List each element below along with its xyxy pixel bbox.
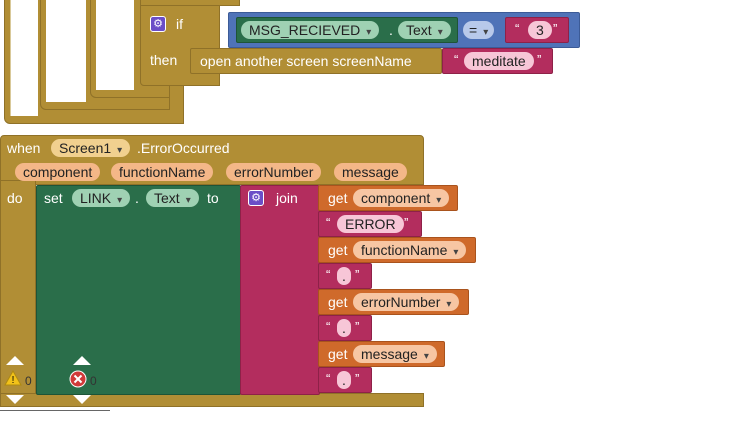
set-link-text-block[interactable]	[36, 185, 241, 395]
close-quote: ”	[537, 52, 542, 67]
if-label: if	[176, 16, 183, 32]
chevron-down-icon: ▾	[366, 27, 372, 38]
event-block-bottom-bar	[0, 393, 424, 407]
chevron-down-icon: ▾	[453, 247, 459, 258]
screen-name-value-field[interactable]: meditate	[464, 52, 534, 70]
screen1-dropdown[interactable]: Screen1 ▾	[51, 139, 131, 157]
param-functionName[interactable]: functionName	[111, 163, 214, 181]
close-quote: ”	[404, 215, 409, 230]
property-dropdown-text[interactable]: Text ▾	[398, 21, 451, 39]
open-quote: “	[515, 21, 520, 36]
open-quote: “	[326, 319, 331, 334]
get-message-dropdown[interactable]: message ▾	[353, 345, 437, 363]
param-errorNumber[interactable]: errorNumber	[226, 163, 322, 181]
get-variable-name: functionName	[361, 242, 448, 258]
chevron-down-icon: ▾	[117, 145, 123, 156]
open-quote: “	[326, 267, 331, 282]
chevron-down-icon: ▾	[117, 195, 123, 206]
get-label: get	[328, 294, 348, 310]
get-label: get	[328, 190, 348, 206]
component-name: MSG_RECIEVED	[249, 22, 361, 38]
then-label: then	[150, 52, 178, 68]
outer-block-inner-1	[10, 0, 38, 116]
get-variable-name: component	[361, 190, 431, 206]
chevron-down-icon: ▾	[423, 351, 429, 362]
chevron-down-icon[interactable]	[73, 395, 91, 404]
do-label: do	[7, 190, 23, 206]
svg-text:!: !	[12, 375, 15, 386]
open-another-screen-label: open another screen screenName	[200, 53, 412, 69]
get-functionName-dropdown[interactable]: functionName ▾	[353, 241, 467, 259]
property-name: Text	[406, 22, 432, 38]
get-label: get	[328, 242, 348, 258]
open-quote: “	[326, 371, 331, 386]
close-quote: ”	[355, 371, 360, 386]
chevron-down-icon: ▾	[185, 195, 191, 206]
join-block[interactable]	[240, 185, 320, 395]
chevron-down-icon: ▾	[436, 195, 442, 206]
chevron-down-icon[interactable]	[6, 395, 24, 404]
close-quote: ”	[355, 319, 360, 334]
warning-icon[interactable]: !	[4, 369, 22, 386]
param-message[interactable]: message	[334, 163, 407, 181]
to-label: to	[207, 190, 219, 206]
chevron-up-icon[interactable]	[6, 356, 24, 365]
screen-component-name: Screen1	[59, 140, 112, 156]
open-quote: “	[454, 52, 459, 67]
gear-icon[interactable]: ⚙	[150, 16, 166, 32]
join-label: join	[276, 190, 298, 206]
link-component-dropdown[interactable]: LINK ▾	[72, 189, 131, 207]
chevron-down-icon: ▾	[437, 27, 443, 38]
when-label: when	[7, 140, 41, 156]
chevron-up-icon[interactable]	[73, 356, 91, 365]
get-label: get	[328, 346, 348, 362]
chevron-down-icon: ▾	[446, 299, 452, 310]
dot-separator: .	[389, 22, 393, 38]
get-errorNumber-dropdown[interactable]: errorNumber ▾	[353, 293, 460, 311]
open-quote: “	[326, 215, 331, 230]
link-property-name: Text	[154, 190, 180, 206]
chevron-down-icon: ▾	[483, 27, 489, 38]
component-dropdown-msg-received[interactable]: MSG_RECIEVED ▾	[241, 21, 380, 39]
outer-block-inner-2	[46, 0, 86, 102]
outer-block-inner-3	[96, 0, 134, 90]
separator-text-field-2[interactable]: .	[337, 319, 351, 337]
get-variable-name: errorNumber	[361, 294, 441, 310]
text-value-field[interactable]: 3	[528, 21, 552, 39]
gear-icon[interactable]: ⚙	[248, 190, 264, 206]
close-quote: ”	[553, 21, 558, 36]
separator-text-field-3[interactable]: .	[337, 371, 351, 389]
dot-separator: .	[135, 190, 139, 206]
error-count: 0	[90, 374, 97, 388]
error-text-field[interactable]: ERROR	[337, 215, 404, 233]
link-component-name: LINK	[80, 190, 112, 206]
get-component-dropdown[interactable]: component ▾	[353, 189, 450, 207]
if-block-top-edge	[140, 0, 240, 6]
error-icon[interactable]	[69, 370, 87, 388]
event-name: .ErrorOccurred	[137, 140, 230, 156]
param-component[interactable]: component	[15, 163, 101, 181]
operator-dropdown[interactable]: = ▾	[463, 21, 495, 39]
link-property-dropdown[interactable]: Text ▾	[146, 189, 199, 207]
close-quote: ”	[355, 267, 360, 282]
separator-text-field-1[interactable]: .	[337, 267, 351, 285]
set-label: set	[44, 190, 63, 206]
workspace-divider	[0, 410, 110, 411]
get-variable-name: message	[361, 346, 418, 362]
operator-symbol: =	[469, 22, 478, 38]
warning-count: 0	[25, 374, 32, 388]
